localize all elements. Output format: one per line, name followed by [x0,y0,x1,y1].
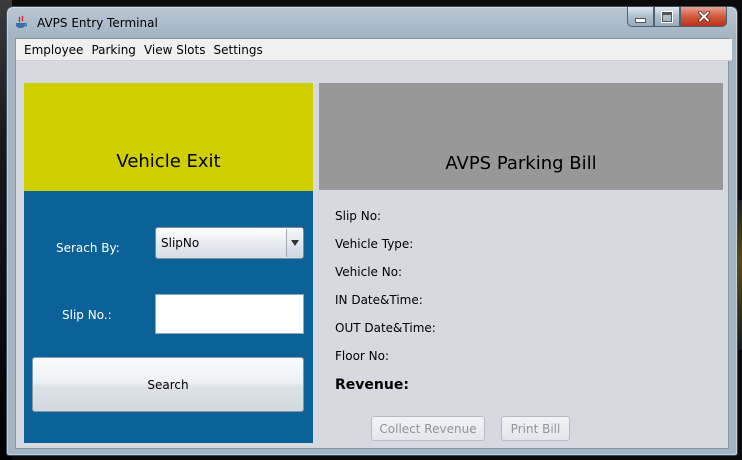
bill-out-datetime-label: OUT Date&Time: [335,321,436,335]
menu-parking[interactable]: Parking [87,43,140,57]
vehicle-exit-header: Vehicle Exit [24,83,313,191]
bill-vehicle-no-label: Vehicle No: [335,265,403,279]
menu-settings[interactable]: Settings [209,43,266,57]
maximize-icon [661,10,673,23]
minimize-icon [635,17,646,23]
app-window: AVPS Entry Terminal Employee Parking Vie… [6,6,738,456]
slip-no-label: Slip No.: [62,308,112,322]
search-by-selected-value: SlipNo [161,236,200,250]
search-by-label: Serach By: [56,241,120,255]
bill-in-datetime-label: IN Date&Time: [335,293,423,307]
parking-bill-header: AVPS Parking Bill [319,83,723,190]
client-area: Employee Parking View Slots Settings Veh… [15,38,732,449]
java-app-icon [16,15,28,28]
bill-floor-no-label: Floor No: [335,349,390,363]
search-by-dropdown-button[interactable] [286,229,302,257]
maximize-button[interactable] [654,7,680,27]
close-button[interactable] [680,7,727,27]
revenue-label: Revenue: [335,377,409,393]
vehicle-exit-panel: Serach By: SlipNo Slip No.: Search [24,191,313,443]
bill-slip-no-label: Slip No: [335,209,382,223]
bill-vehicle-type-label: Vehicle Type: [335,237,414,251]
search-button[interactable]: Search [32,357,304,412]
slip-no-input[interactable] [155,294,304,334]
menu-employee[interactable]: Employee [20,43,87,57]
print-bill-button[interactable]: Print Bill [501,416,570,441]
search-by-select[interactable]: SlipNo [155,227,304,259]
title-bar[interactable]: AVPS Entry Terminal [7,7,737,37]
vehicle-exit-title: Vehicle Exit [116,151,221,172]
menu-bar: Employee Parking View Slots Settings [16,39,732,61]
chevron-down-icon [290,240,299,246]
menu-view-slots[interactable]: View Slots [140,43,210,57]
close-icon [697,11,710,22]
minimize-button[interactable] [627,7,654,27]
collect-revenue-button[interactable]: Collect Revenue [371,416,485,441]
parking-bill-title: AVPS Parking Bill [445,153,597,174]
window-title: AVPS Entry Terminal [37,16,158,30]
